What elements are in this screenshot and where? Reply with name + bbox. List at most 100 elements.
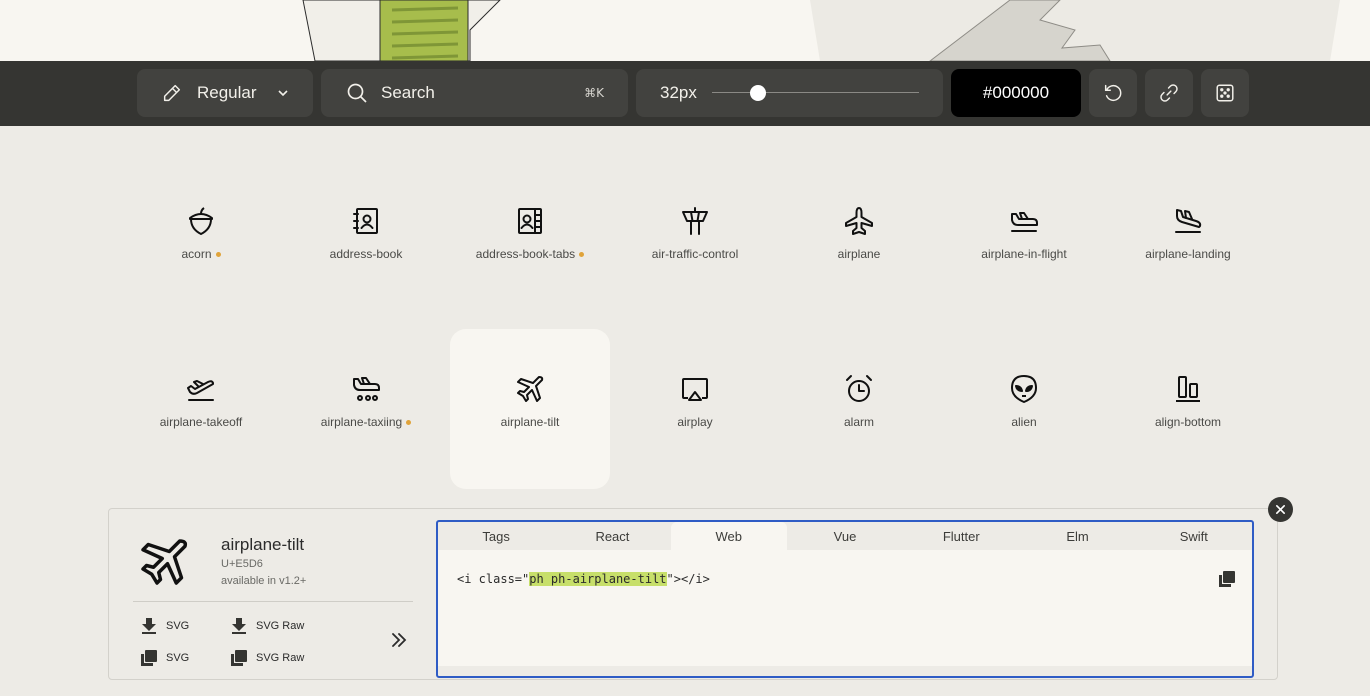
size-label: 32px [660, 83, 697, 102]
icon-name: align-bottom [1154, 415, 1222, 429]
icon-cell-alien[interactable]: alien [944, 329, 1104, 489]
toolbar: Regular ⌘K 32px #000000 [0, 61, 1370, 126]
tab-react[interactable]: React [554, 522, 670, 550]
code-area[interactable]: <i class="ph ph-airplane-tilt"></i> [438, 550, 1252, 666]
new-badge [579, 251, 585, 257]
icon-name: airplay [677, 415, 713, 429]
airplane-tilt-preview-icon [141, 539, 188, 585]
address-book-icon [353, 208, 378, 234]
detail-codepoint: U+E5D6 [221, 558, 263, 570]
icon-cell-address-book-tabs[interactable]: address-book-tabs [450, 161, 610, 321]
random-icon-button[interactable] [1201, 69, 1249, 117]
tab-vue[interactable]: Vue [787, 522, 903, 550]
close-icon [1276, 505, 1285, 514]
download-icon [232, 618, 246, 634]
copy-svg-raw-label: SVG Raw [256, 652, 305, 664]
tab-tags[interactable]: Tags [438, 522, 554, 550]
copy-icon [231, 650, 247, 666]
icon-name: alien [1011, 415, 1037, 429]
link-icon [1160, 84, 1178, 102]
detail-version: available in v1.2+ [221, 575, 307, 587]
icon-cell-airplane-taxiing[interactable]: airplane-taxiing [286, 329, 446, 489]
icon-name: airplane-in-flight [981, 247, 1067, 261]
copy-svg-label: SVG [166, 652, 190, 664]
search-icon [347, 83, 367, 103]
icon-cell-air-traffic-control[interactable]: air-traffic-control [615, 161, 775, 321]
icon-cell-airplane-in-flight[interactable]: airplane-in-flight [944, 161, 1104, 321]
dice-icon [1216, 84, 1234, 102]
alien-icon [1011, 375, 1037, 403]
download-svg-button[interactable]: SVG [140, 617, 189, 635]
double-chevron-right-icon[interactable] [388, 629, 410, 651]
air-traffic-control-icon [682, 207, 708, 235]
tab-flutter[interactable]: Flutter [903, 522, 1019, 550]
icon-cell-airplane-landing[interactable]: airplane-landing [1108, 161, 1268, 321]
icon-cell-airplay[interactable]: airplay [615, 329, 775, 489]
weight-select[interactable]: Regular [137, 69, 313, 117]
close-panel-button[interactable] [1268, 497, 1293, 522]
copy-link-button[interactable] [1145, 69, 1193, 117]
download-svg-raw-button[interactable]: SVG Raw [230, 617, 304, 635]
size-control: 32px [636, 69, 943, 117]
color-input[interactable]: #000000 [951, 69, 1081, 117]
icon-cell-align-bottom[interactable]: align-bottom [1108, 329, 1268, 489]
address-book-tabs-icon [518, 208, 542, 234]
detail-divider [133, 601, 413, 602]
airplane-tilt-icon [517, 376, 544, 402]
code-prefix: <i class=" [457, 572, 530, 586]
copy-svg-button[interactable]: SVG [140, 649, 189, 667]
size-slider-handle[interactable] [749, 85, 766, 101]
alarm-icon [846, 375, 872, 402]
tab-swift[interactable]: Swift [1136, 522, 1252, 550]
weight-label: Regular [197, 83, 257, 102]
icon-cell-acorn[interactable]: acorn [121, 161, 281, 321]
icon-name: airplane-tilt [500, 415, 560, 429]
icon-name: airplane-taxiing [320, 415, 403, 429]
icon-name: address-book-tabs [475, 247, 576, 261]
reset-button[interactable] [1089, 69, 1137, 117]
icon-name: air-traffic-control [651, 247, 739, 261]
code-class-highlight: ph ph-airplane-tilt [529, 572, 667, 586]
pencil-icon [163, 84, 181, 102]
new-badge [406, 419, 412, 425]
copy-code-icon[interactable] [1218, 570, 1236, 588]
icon-cell-alarm[interactable]: alarm [779, 329, 939, 489]
tab-elm[interactable]: Elm [1019, 522, 1135, 550]
copy-icon [141, 650, 157, 666]
acorn-icon [189, 207, 213, 235]
download-svg-raw-label: SVG Raw [256, 620, 305, 632]
icon-cell-airplane[interactable]: airplane [779, 161, 939, 321]
copy-svg-raw-button[interactable]: SVG Raw [230, 649, 304, 667]
code-snippet: <i class="ph ph-airplane-tilt"></i> [457, 572, 710, 586]
chevron-down-icon [278, 90, 288, 97]
airplane-taxiing-icon [353, 377, 380, 401]
size-slider-track[interactable] [712, 92, 919, 93]
search-shortcut: ⌘K [584, 86, 604, 100]
airplane-in-flight-icon [1011, 212, 1038, 232]
icon-name: acorn [181, 247, 212, 261]
airplane-icon [845, 207, 873, 235]
code-snippet-box: Tags React Web Vue Flutter Elm Swift <i … [436, 520, 1254, 678]
align-bottom-icon [1176, 376, 1200, 402]
icon-name: address-book [329, 247, 403, 261]
icon-cell-airplane-tilt[interactable]: airplane-tilt [450, 329, 610, 489]
tab-web[interactable]: Web [670, 522, 787, 550]
icon-name: alarm [843, 415, 874, 429]
new-badge [215, 251, 221, 257]
detail-icon-name: airplane-tilt [221, 535, 305, 554]
search-input[interactable] [381, 83, 561, 103]
icon-cell-address-book[interactable]: address-book [286, 161, 446, 321]
icon-name: airplane [837, 247, 881, 261]
icon-cell-airplane-takeoff[interactable]: airplane-takeoff [121, 329, 281, 489]
search-box[interactable]: ⌘K [321, 69, 628, 117]
airplay-icon [682, 378, 708, 401]
airplane-takeoff-icon [187, 380, 214, 401]
hero-illustration [0, 0, 1370, 61]
icon-name: airplane-landing [1145, 247, 1231, 261]
download-svg-label: SVG [166, 620, 190, 632]
color-value: #000000 [982, 83, 1050, 102]
code-suffix: "></i> [666, 572, 710, 586]
download-icon [142, 618, 156, 634]
airplane-landing-icon [1175, 209, 1202, 233]
reset-icon [1104, 84, 1122, 102]
